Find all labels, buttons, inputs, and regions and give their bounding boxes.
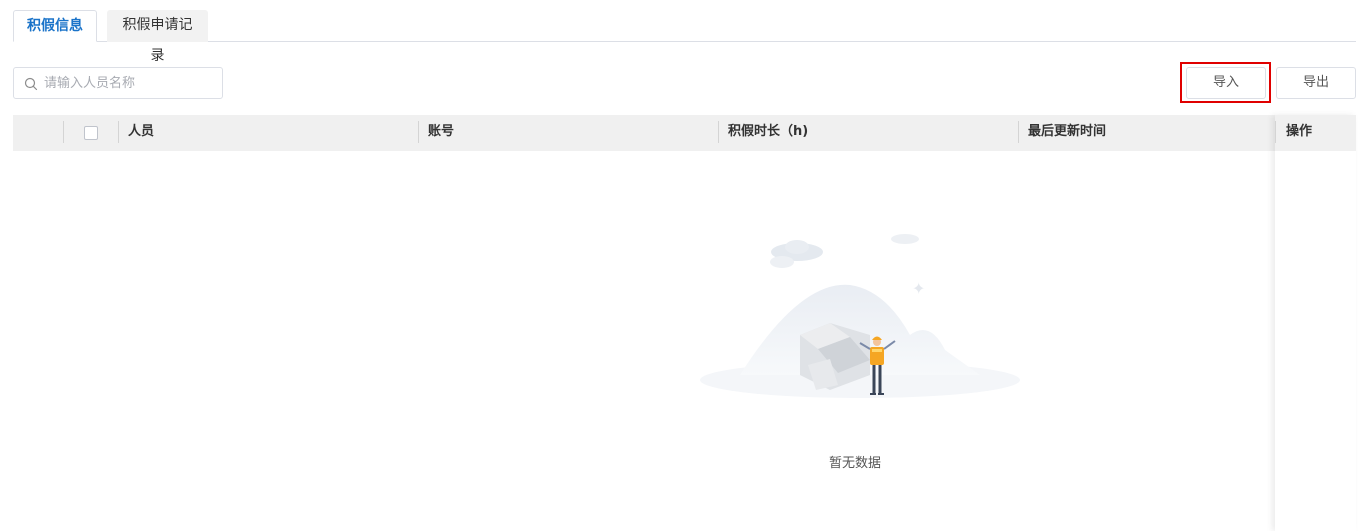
table-header: 人员 账号 积假时长（h) 最后更新时间 操作 xyxy=(13,115,1356,151)
select-all-checkbox[interactable] xyxy=(84,126,98,140)
column-header-person[interactable]: 人员 xyxy=(118,115,418,151)
column-header-account[interactable]: 账号 xyxy=(418,115,718,151)
fixed-actions-column xyxy=(1275,115,1356,531)
empty-state-text: 暂无数据 xyxy=(828,456,881,471)
column-header-actions: 操作 xyxy=(1286,124,1313,139)
svg-text:✦: ✦ xyxy=(912,279,925,298)
search-icon xyxy=(24,77,38,91)
tab-bar: 积假信息 积假申请记录 xyxy=(13,10,1356,64)
search-input[interactable] xyxy=(44,68,219,98)
import-button[interactable]: 导入 xyxy=(1186,67,1266,99)
tab-leave-info[interactable]: 积假信息 xyxy=(13,10,97,42)
export-button[interactable]: 导出 xyxy=(1276,67,1356,99)
tab-leave-application-records[interactable]: 积假申请记录 xyxy=(107,10,208,64)
search-box xyxy=(13,67,223,99)
column-header-last-updated[interactable]: 最后更新时间 xyxy=(1018,115,1273,151)
column-divider xyxy=(63,121,64,143)
empty-state-illustration: ✦ xyxy=(700,234,1020,398)
column-header-leave-hours[interactable]: 积假时长（h) xyxy=(718,115,1018,151)
